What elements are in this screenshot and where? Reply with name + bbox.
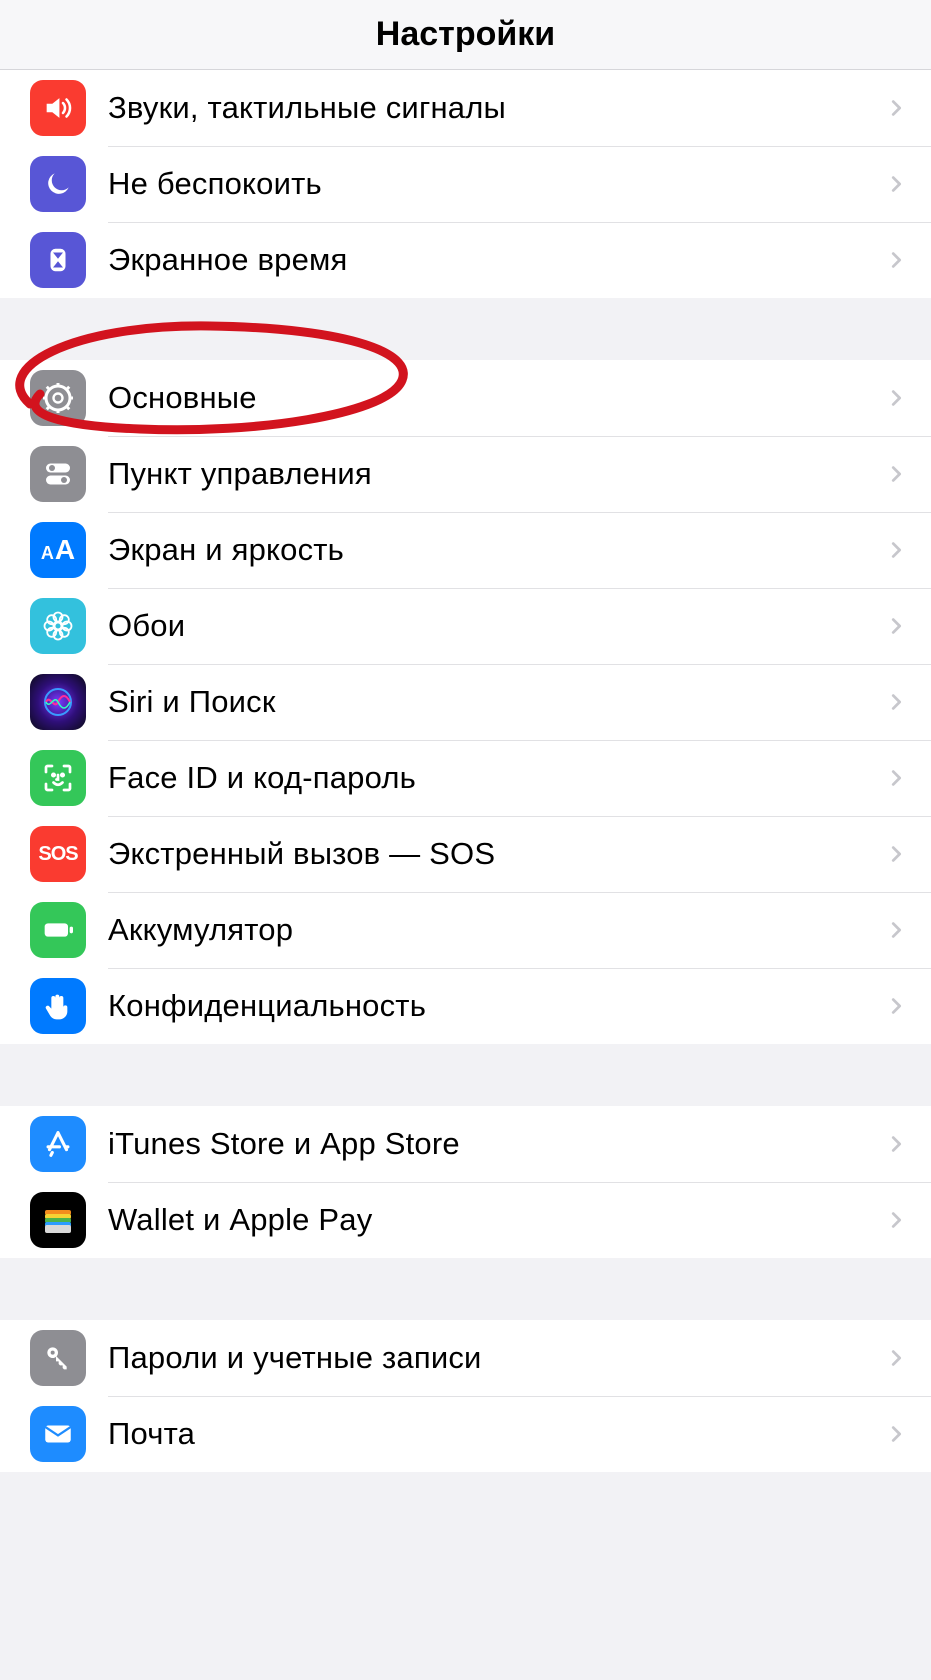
settings-group-3: Пароли и учетные записи Почта bbox=[0, 1320, 931, 1472]
toggles-icon bbox=[30, 446, 86, 502]
header: Настройки bbox=[0, 0, 931, 70]
settings-row-label: Пароли и учетные записи bbox=[108, 1340, 885, 1376]
chevron-right-icon bbox=[885, 919, 907, 941]
settings-row-control-center[interactable]: Пункт управления bbox=[0, 436, 931, 512]
chevron-right-icon bbox=[885, 249, 907, 271]
flower-icon bbox=[30, 598, 86, 654]
chevron-right-icon bbox=[885, 97, 907, 119]
settings-row-label: Экранное время bbox=[108, 242, 885, 278]
sos-icon: SOS bbox=[30, 826, 86, 882]
speaker-icon bbox=[30, 80, 86, 136]
settings-row-privacy[interactable]: Конфиденциальность bbox=[0, 968, 931, 1044]
chevron-right-icon bbox=[885, 995, 907, 1017]
faceid-icon bbox=[30, 750, 86, 806]
settings-row-battery[interactable]: Аккумулятор bbox=[0, 892, 931, 968]
settings-row-label: Аккумулятор bbox=[108, 912, 885, 948]
settings-row-label: Пункт управления bbox=[108, 456, 885, 492]
settings-row-appstore[interactable]: iTunes Store и App Store bbox=[0, 1106, 931, 1182]
settings-row-label: Конфиденциальность bbox=[108, 988, 885, 1024]
settings-row-siri[interactable]: Siri и Поиск bbox=[0, 664, 931, 740]
aa-icon: AA bbox=[30, 522, 86, 578]
chevron-right-icon bbox=[885, 539, 907, 561]
settings-row-screentime[interactable]: Экранное время bbox=[0, 222, 931, 298]
settings-row-passwords[interactable]: Пароли и учетные записи bbox=[0, 1320, 931, 1396]
appstore-icon bbox=[30, 1116, 86, 1172]
chevron-right-icon bbox=[885, 1423, 907, 1445]
settings-group-0: Звуки, тактильные сигналы Не беспокоить … bbox=[0, 70, 931, 298]
settings-row-label: Wallet и Apple Pay bbox=[108, 1202, 885, 1238]
settings-row-display-brightness[interactable]: AA Экран и яркость bbox=[0, 512, 931, 588]
settings-row-label: Экстренный вызов — SOS bbox=[108, 836, 885, 872]
chevron-right-icon bbox=[885, 691, 907, 713]
settings-row-label: Не беспокоить bbox=[108, 166, 885, 202]
settings-row-label: Экран и яркость bbox=[108, 532, 885, 568]
settings-row-wallet[interactable]: Wallet и Apple Pay bbox=[0, 1182, 931, 1258]
settings-group-1: Основные Пункт управления AA Экран и ярк… bbox=[0, 360, 931, 1044]
chevron-right-icon bbox=[885, 463, 907, 485]
hourglass-icon bbox=[30, 232, 86, 288]
chevron-right-icon bbox=[885, 1347, 907, 1369]
chevron-right-icon bbox=[885, 387, 907, 409]
battery-icon bbox=[30, 902, 86, 958]
siri-icon bbox=[30, 674, 86, 730]
mail-icon bbox=[30, 1406, 86, 1462]
settings-row-label: Siri и Поиск bbox=[108, 684, 885, 720]
settings-row-wallpaper[interactable]: Обои bbox=[0, 588, 931, 664]
key-icon bbox=[30, 1330, 86, 1386]
chevron-right-icon bbox=[885, 767, 907, 789]
settings-row-label: Почта bbox=[108, 1416, 885, 1452]
wallet-icon bbox=[30, 1192, 86, 1248]
hand-icon bbox=[30, 978, 86, 1034]
settings-row-label: Обои bbox=[108, 608, 885, 644]
settings-row-sounds[interactable]: Звуки, тактильные сигналы bbox=[0, 70, 931, 146]
chevron-right-icon bbox=[885, 1209, 907, 1231]
moon-icon bbox=[30, 156, 86, 212]
settings-row-mail[interactable]: Почта bbox=[0, 1396, 931, 1472]
page-title: Настройки bbox=[376, 15, 555, 54]
chevron-right-icon bbox=[885, 173, 907, 195]
settings-group-2: iTunes Store и App Store Wallet и Apple … bbox=[0, 1106, 931, 1258]
chevron-right-icon bbox=[885, 615, 907, 637]
settings-row-label: Основные bbox=[108, 380, 885, 416]
chevron-right-icon bbox=[885, 1133, 907, 1155]
settings-row-sos[interactable]: SOS Экстренный вызов — SOS bbox=[0, 816, 931, 892]
settings-row-general[interactable]: Основные bbox=[0, 360, 931, 436]
settings-row-label: Face ID и код-пароль bbox=[108, 760, 885, 796]
settings-row-label: iTunes Store и App Store bbox=[108, 1126, 885, 1162]
gear-icon bbox=[30, 370, 86, 426]
settings-row-label: Звуки, тактильные сигналы bbox=[108, 90, 885, 126]
chevron-right-icon bbox=[885, 843, 907, 865]
settings-row-dnd[interactable]: Не беспокоить bbox=[0, 146, 931, 222]
settings-row-faceid[interactable]: Face ID и код-пароль bbox=[0, 740, 931, 816]
